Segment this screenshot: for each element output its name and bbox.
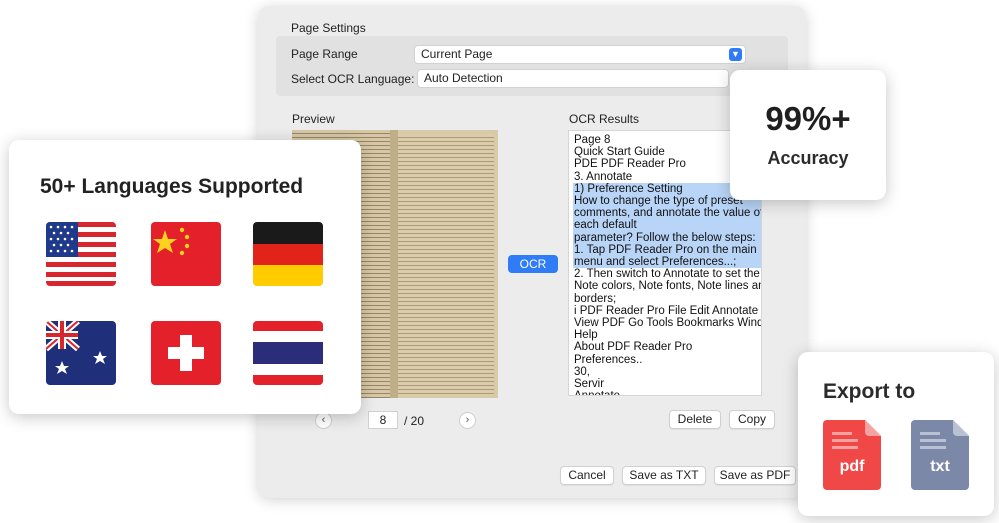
ocr-result-line: each default bbox=[573, 219, 761, 232]
ocr-result-line: 30, bbox=[574, 365, 590, 378]
ocr-result-line: Help bbox=[574, 329, 598, 342]
export-title: Export to bbox=[823, 380, 916, 403]
page-range-select[interactable]: Current Page ▼ bbox=[414, 45, 746, 64]
australia-flag bbox=[46, 321, 116, 385]
txt-label: txt bbox=[930, 458, 950, 475]
languages-title: 50+ Languages Supported bbox=[40, 175, 304, 198]
next-page-button[interactable]: › bbox=[459, 412, 476, 429]
ocr-result-line: Annotate bbox=[573, 390, 761, 395]
accuracy-card: 99%+ Accuracy bbox=[730, 70, 886, 200]
save-as-pdf-button[interactable]: Save as PDF bbox=[714, 466, 796, 485]
chevron-right-icon: › bbox=[465, 414, 470, 426]
accuracy-value: 99%+ bbox=[765, 100, 851, 137]
preview-spine bbox=[390, 130, 398, 398]
ocr-result-line: i PDF Reader Pro File Edit Annotate bbox=[574, 304, 759, 317]
ocr-results-label: OCR Results bbox=[569, 112, 640, 126]
cancel-button[interactable]: Cancel bbox=[560, 466, 614, 485]
china-flag bbox=[151, 222, 221, 286]
pdf-file-icon[interactable]: pdf bbox=[823, 420, 881, 490]
thailand-flag bbox=[253, 321, 323, 385]
ocr-result-line: comments, and annotate the value of bbox=[573, 207, 762, 220]
languages-card: 50+ Languages Supported bbox=[9, 140, 361, 414]
preview-label: Preview bbox=[292, 112, 335, 126]
copy-button[interactable]: Copy bbox=[729, 410, 775, 429]
ocr-result-line: Note colors, Note fonts, Note lines and bbox=[574, 280, 762, 293]
page-range-value: Current Page bbox=[421, 47, 493, 61]
ocr-result-line: 2. Then switch to Annotate to set the bbox=[574, 268, 760, 281]
ocr-button[interactable]: OCR bbox=[508, 255, 558, 273]
pdf-label: pdf bbox=[839, 458, 865, 475]
ocr-result-line: menu and select Preferences...; bbox=[573, 256, 761, 269]
ocr-result-line: View PDF Go Tools Bookmarks Window bbox=[574, 317, 762, 330]
txt-file-icon[interactable]: txt bbox=[911, 420, 969, 490]
ocr-result-line: 1. Tap PDF Reader Pro on the main bbox=[573, 243, 761, 257]
ocr-result-line: parameter? Follow the below steps: bbox=[573, 231, 761, 244]
ocr-language-label: Select OCR Language: bbox=[291, 72, 415, 86]
germany-flag bbox=[253, 222, 323, 286]
total-pages: / 20 bbox=[404, 414, 425, 428]
ocr-language-select[interactable]: Auto Detection bbox=[417, 69, 729, 88]
settings-box: Page Range Current Page ▼ Select OCR Lan… bbox=[276, 36, 788, 96]
export-card: Export to pdf txt bbox=[798, 352, 994, 516]
preview-right-page bbox=[398, 134, 494, 396]
delete-button[interactable]: Delete bbox=[669, 410, 721, 429]
ocr-result-line: Servir bbox=[574, 378, 605, 391]
previous-page-button[interactable]: ‹ bbox=[315, 412, 332, 429]
switzerland-flag bbox=[151, 321, 221, 385]
ocr-language-value: Auto Detection bbox=[424, 71, 503, 85]
save-as-txt-button[interactable]: Save as TXT bbox=[622, 466, 706, 485]
ocr-result-line: About PDF Reader Pro bbox=[574, 341, 693, 354]
usa-flag bbox=[46, 222, 116, 286]
ocr-result-line: Preferences.. bbox=[574, 353, 643, 366]
ocr-result-line: borders; bbox=[574, 292, 617, 305]
page-range-label: Page Range bbox=[291, 47, 358, 61]
page-settings-title: Page Settings bbox=[291, 21, 366, 35]
chevron-left-icon: ‹ bbox=[321, 414, 326, 426]
chevron-down-icon: ▼ bbox=[729, 48, 742, 61]
accuracy-label: Accuracy bbox=[767, 148, 849, 168]
page-number-input[interactable]: 8 bbox=[368, 411, 398, 429]
